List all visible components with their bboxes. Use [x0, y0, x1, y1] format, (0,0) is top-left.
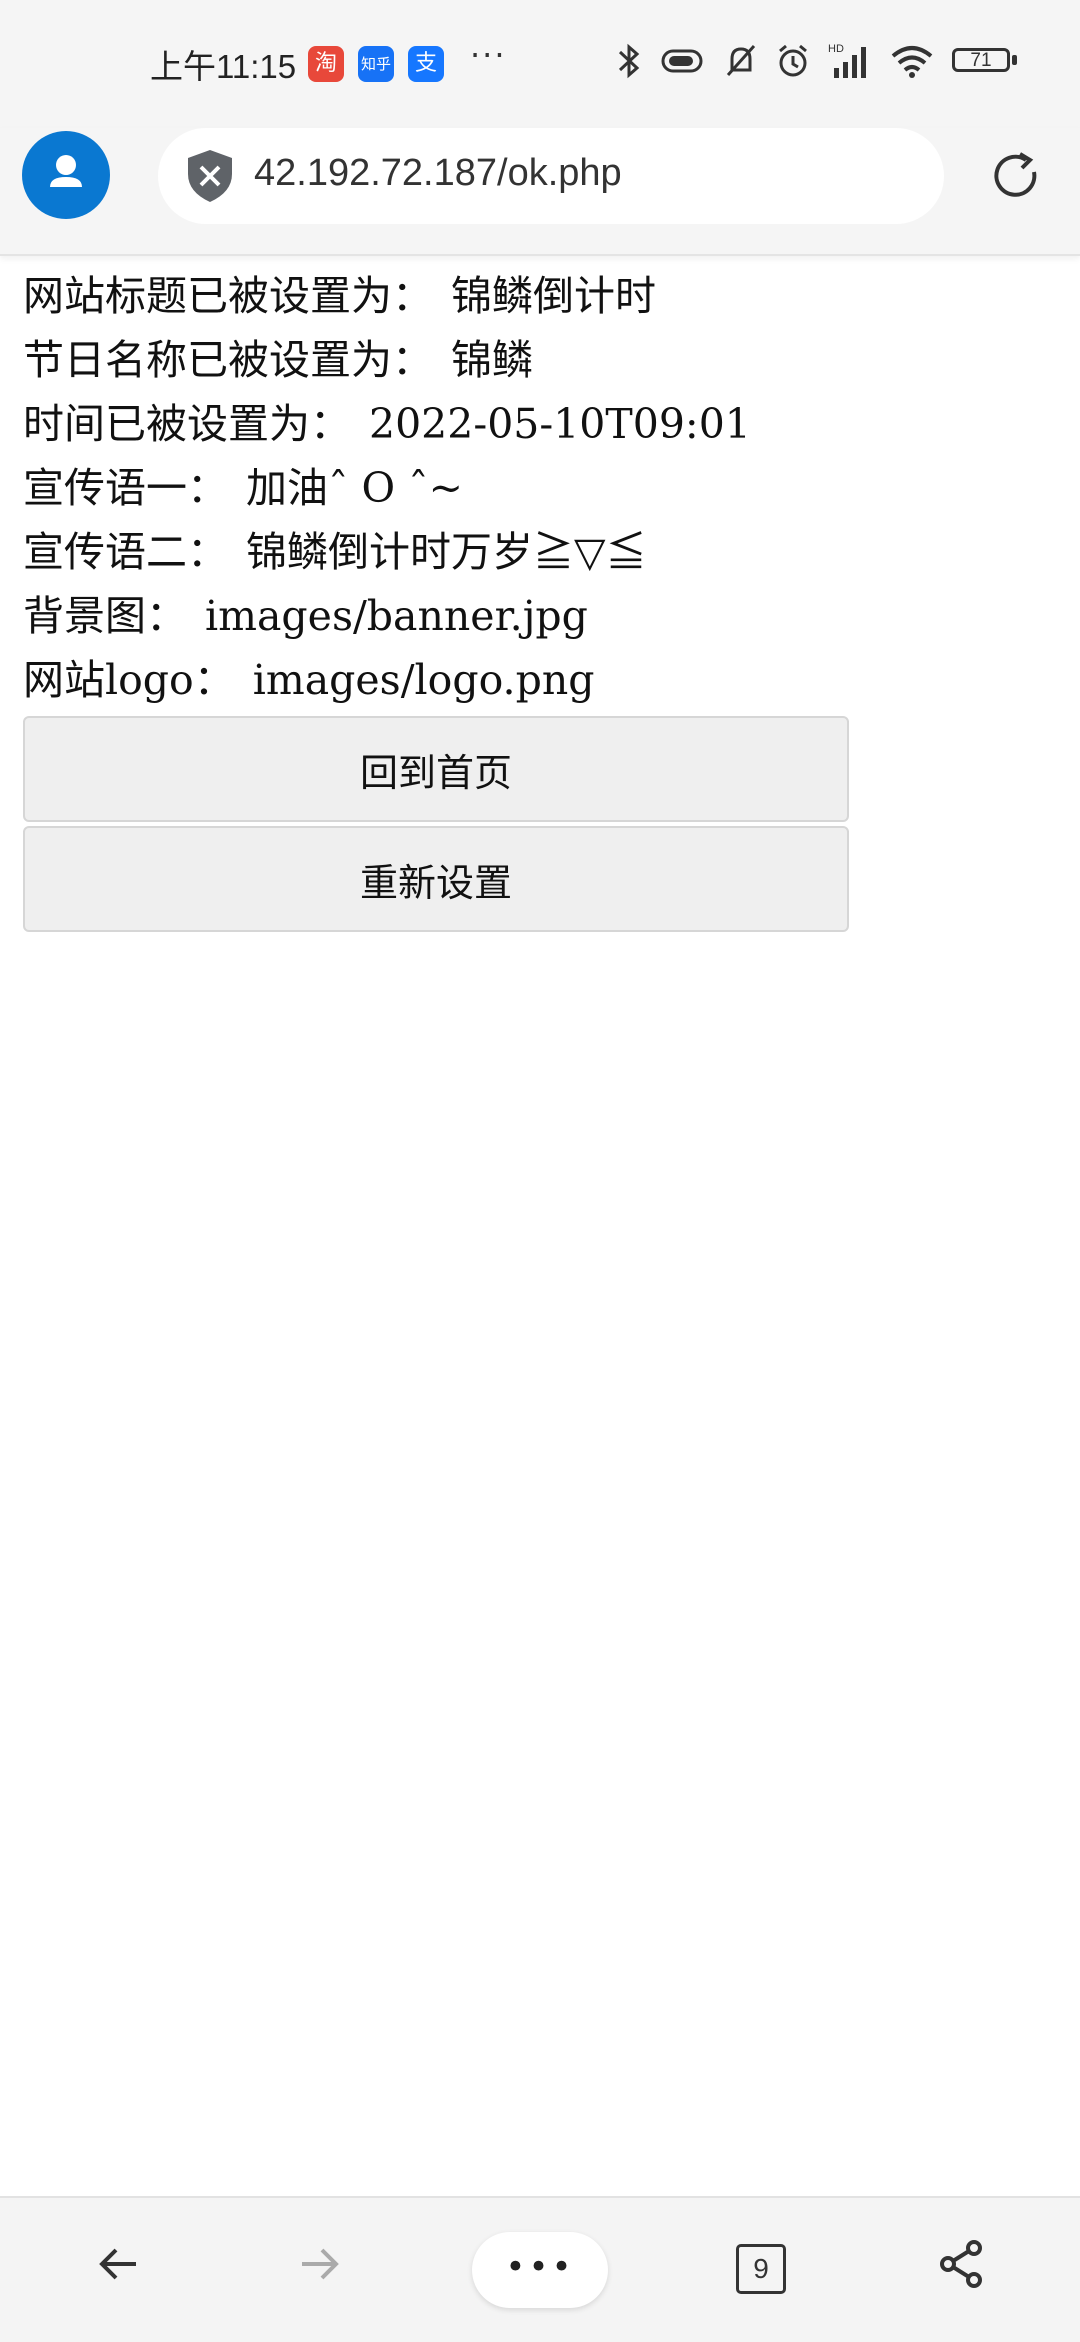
holiday-name-line: 节日名称已被设置为： 锦鳞 [23, 328, 1063, 392]
back-to-home-button[interactable]: 回到首页 [23, 716, 849, 822]
signal-icon: HD [828, 43, 866, 78]
more-dots-icon: ••• [505, 2247, 575, 2287]
status-bar: 上午11:15 淘 知乎 支 ··· HD 71 [0, 0, 1080, 128]
bluetooth-icon [618, 43, 640, 79]
battery-icon: 71 [952, 46, 1018, 76]
bottom-toolbar: ••• 9 [0, 2196, 1080, 2342]
info-label: 宣传语二： [23, 528, 228, 576]
site-title-line: 网站标题已被设置为： 锦鳞倒计时 [23, 264, 1063, 328]
page-content: 网站标题已被设置为： 锦鳞倒计时 节日名称已被设置为： 锦鳞 时间已被设置为： 202… [23, 264, 1063, 932]
menu-button[interactable]: ••• [472, 2232, 608, 2308]
slogan-two-line: 宣传语二： 锦鳞倒计时万岁≧▽≦ [23, 520, 1063, 584]
status-time: 上午11:15 [150, 48, 297, 85]
profile-avatar[interactable] [22, 131, 110, 219]
svg-text:HD: HD [828, 43, 844, 55]
site-logo-line: 网站logo： images/logo.png [23, 648, 1063, 712]
taobao-app-icon: 淘 [308, 46, 344, 82]
tabs-button[interactable]: 9 [736, 2244, 786, 2294]
battery-saver-icon [661, 49, 703, 73]
info-label: 网站logo： [23, 656, 235, 704]
forward-arrow-icon[interactable] [292, 2236, 348, 2292]
back-arrow-icon[interactable] [92, 2236, 148, 2292]
address-bar: 42.192.72.187/ok.php [0, 128, 1080, 256]
info-label: 时间已被设置为： [23, 400, 351, 448]
more-notifications-icon: ··· [470, 36, 507, 74]
info-value: 锦鳞倒计时 [451, 272, 656, 320]
slogan-one-line: 宣传语一： 加油ˆ O ˆ~ [23, 456, 1063, 520]
info-value: 2022-05-10T09:01 [369, 400, 751, 448]
background-image-line: 背景图： images/banner.jpg [23, 584, 1063, 648]
url-text[interactable]: 42.192.72.187/ok.php [254, 152, 622, 195]
info-value: 锦鳞倒计时万岁≧▽≦ [246, 528, 647, 576]
status-icons: HD 71 [616, 42, 1018, 80]
alipay-app-icon: 支 [408, 46, 444, 82]
insecure-shield-icon[interactable] [184, 148, 236, 204]
info-label: 节日名称已被设置为： [23, 336, 433, 384]
battery-level: 71 [970, 50, 992, 71]
info-value: images/logo.png [252, 656, 595, 704]
zhihu-app-icon: 知乎 [358, 46, 394, 82]
mute-bell-icon [726, 44, 756, 77]
alarm-icon [779, 44, 807, 77]
info-value: 锦鳞 [451, 336, 533, 384]
time-line: 时间已被设置为： 2022-05-10T09:01 [23, 392, 1063, 456]
info-label: 网站标题已被设置为： [23, 272, 433, 320]
url-field[interactable]: 42.192.72.187/ok.php [158, 128, 944, 224]
person-icon [50, 155, 82, 187]
info-value: images/banner.jpg [205, 592, 588, 640]
info-label: 背景图： [23, 592, 187, 640]
reset-settings-button[interactable]: 重新设置 [23, 826, 849, 932]
reload-icon[interactable] [988, 148, 1044, 204]
info-label: 宣传语一： [23, 464, 228, 512]
info-value: 加油ˆ O ˆ~ [246, 464, 464, 512]
wifi-icon [891, 46, 933, 78]
share-icon[interactable] [934, 2236, 990, 2292]
